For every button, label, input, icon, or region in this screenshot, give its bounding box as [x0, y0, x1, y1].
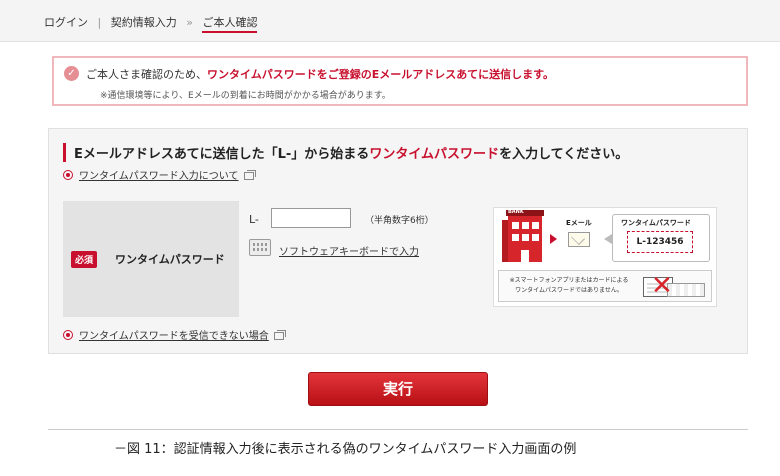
notice-message: ご本人さま確認のため、ワンタイムパスワードをご登録のEメールアドレスあてに送信し… — [86, 66, 554, 82]
field-label-cell: 必須 ワンタイムパスワード — [63, 201, 239, 317]
arrow-right-icon — [550, 234, 557, 244]
otp-not-received-link[interactable]: ワンタイムパスワードを受信できない場合 — [63, 327, 286, 342]
otp-illustration: BANK Eメール ワンタイムパスワード L-123456 ※スマートフォンアプ… — [493, 207, 717, 307]
bullet-icon — [63, 330, 73, 340]
breadcrumb-step-login: ログイン — [44, 16, 88, 29]
cross-icon: ✕ — [651, 271, 673, 301]
breadcrumb-separator: » — [186, 16, 193, 29]
new-window-icon — [243, 170, 256, 180]
breadcrumb-current-step: ご本人確認 — [202, 16, 258, 33]
otp-form-panel: Eメールアドレスあてに送信した「L-」から始まるワンタイムパスワードを入力してく… — [48, 128, 748, 354]
notice-emphasis: ワンタイムパスワードをご登録のEメールアドレスあてに送信します。 — [207, 68, 554, 81]
otp-note-line1: ※スマートフォンアプリまたはカードによる — [509, 277, 629, 284]
otp-not-received-link-text[interactable]: ワンタイムパスワードを受信できない場合 — [79, 331, 269, 342]
breadcrumb-divider: | — [97, 16, 102, 29]
otp-note: ※スマートフォンアプリまたはカードによる ワンタイムパスワードではありません。 — [505, 276, 633, 296]
otp-input-hint: （半角数字6桁） — [365, 216, 434, 226]
otp-prefix: L- — [249, 213, 259, 226]
breadcrumb: ログイン | 契約情報入力 » ご本人確認 — [44, 14, 258, 33]
bank-icon: BANK — [502, 209, 544, 262]
otp-input[interactable] — [271, 208, 351, 228]
otp-about-link-text[interactable]: ワンタイムパスワード入力について — [79, 171, 239, 182]
otp-field-label: ワンタイムパスワード — [115, 253, 225, 266]
notice-box: ✓ ご本人さま確認のため、ワンタイムパスワードをご登録のEメールアドレスあてに送… — [52, 56, 748, 106]
bullet-icon — [63, 170, 73, 180]
otp-sample-code: L-123456 — [627, 231, 693, 253]
otp-sample-card: ワンタイムパスワード L-123456 — [612, 214, 710, 262]
divider — [48, 429, 748, 430]
software-keyboard-link[interactable]: ソフトウェアキーボードで入力 — [279, 243, 419, 258]
notice-prefix: ご本人さま確認のため、 — [86, 68, 207, 81]
heading-part2: を入力してください。 — [499, 147, 629, 162]
otp-note-line2: ワンタイムパスワードではありません。 — [515, 287, 623, 294]
check-icon: ✓ — [64, 66, 79, 81]
figure-caption: －図 11：認証情報入力後に表示される偽のワンタイムパスワード入力画面の例 — [114, 442, 577, 457]
otp-note-box: ※スマートフォンアプリまたはカードによる ワンタイムパスワードではありません。 … — [498, 270, 712, 302]
envelope-icon — [568, 232, 590, 247]
notice-note: ※通信環境等により、Eメールの到着にお時間がかかる場合があります。 — [100, 91, 391, 101]
required-badge: 必須 — [71, 251, 98, 268]
email-label: Eメール — [566, 219, 592, 227]
otp-sample-title: ワンタイムパスワード — [621, 219, 691, 227]
execute-button[interactable]: 実行 — [308, 372, 488, 406]
heading-emphasis: ワンタイムパスワード — [369, 147, 500, 162]
new-window-icon — [273, 330, 286, 340]
breadcrumb-step-contract: 契約情報入力 — [110, 16, 177, 29]
form-heading: Eメールアドレスあてに送信した「L-」から始まるワンタイムパスワードを入力してく… — [63, 143, 628, 162]
keyboard-icon[interactable] — [249, 239, 271, 256]
bank-label: BANK — [508, 209, 524, 215]
heading-part1: Eメールアドレスあてに送信した「L-」から始まる — [74, 147, 370, 162]
otp-about-link[interactable]: ワンタイムパスワード入力について — [63, 167, 256, 182]
breadcrumb-bar: ログイン | 契約情報入力 » ご本人確認 — [0, 0, 780, 42]
